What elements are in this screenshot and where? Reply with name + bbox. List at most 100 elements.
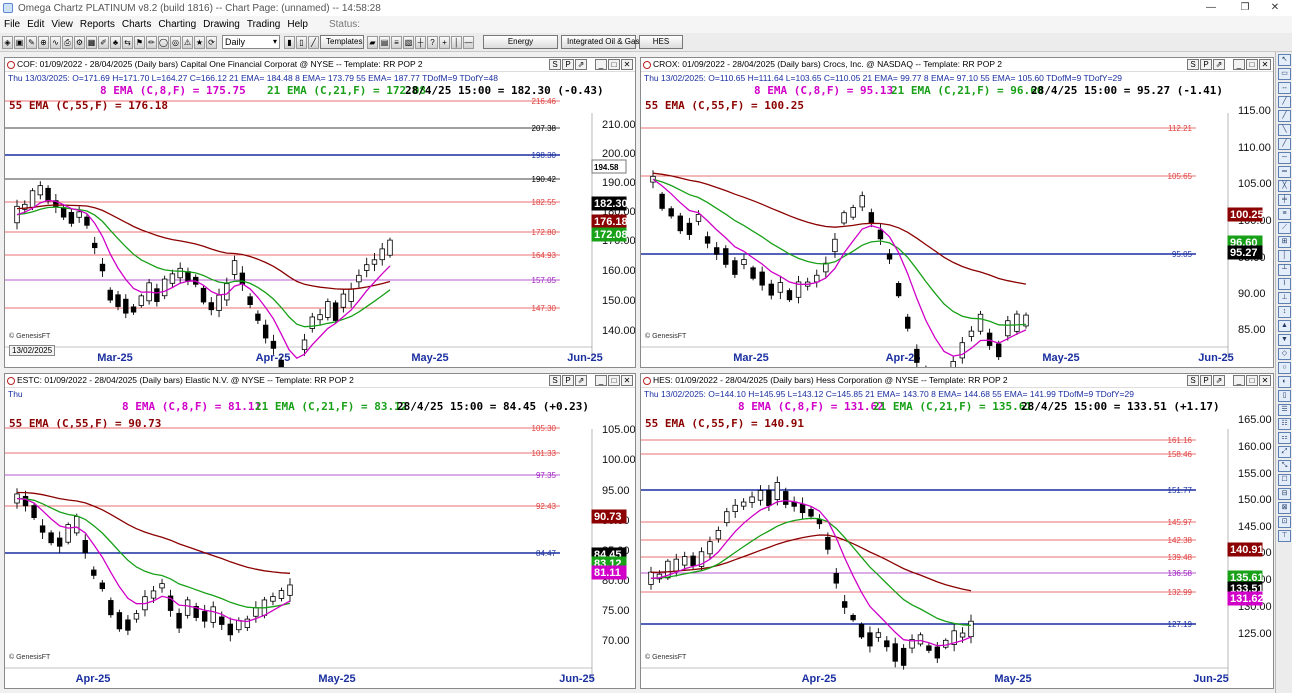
candle-body — [968, 330, 975, 337]
x-tool-icon[interactable]: ⊠ — [1278, 502, 1291, 514]
maximize-button[interactable]: ❐ — [1228, 0, 1262, 16]
candle-body — [1005, 320, 1011, 337]
hline-tool-icon[interactable]: ↔ — [1278, 82, 1291, 94]
fan-tool-icon[interactable]: ⟋ — [1278, 222, 1291, 234]
period-select[interactable]: Daily — [222, 35, 280, 49]
vline-tool-icon[interactable]: │ — [1278, 250, 1291, 262]
perp-tool-icon[interactable]: ⊥ — [1278, 292, 1291, 304]
expand-tool-icon[interactable]: ⤢ — [1278, 446, 1291, 458]
chart-canvas[interactable]: 105.30 101.33 97.35 92.43 84.47 105.00 100.00 9… — [5, 374, 636, 689]
candle-body — [757, 490, 764, 501]
halfcircle-tool-icon[interactable]: ◐ — [1278, 376, 1291, 388]
candle-body — [253, 607, 259, 617]
menu-trading[interactable]: Trading — [247, 19, 281, 30]
dot-tool-icon[interactable]: ⊡ — [1278, 516, 1291, 528]
chart-panel-crox[interactable]: CROX: 01/09/2022 - 28/04/2025 (Daily bar… — [640, 57, 1274, 368]
chart-panel-estc[interactable]: ESTC: 01/09/2022 - 28/04/2025 (Daily bar… — [4, 373, 636, 689]
chart-canvas[interactable]: 161.16 158.46 151.77 145.97 142.38 139.48 136.… — [641, 374, 1274, 689]
channel-tool-icon[interactable]: ═ — [1278, 166, 1291, 178]
cross-tool-icon[interactable]: ╳ — [1278, 180, 1291, 192]
red-icon[interactable]: ▰ — [367, 35, 378, 49]
refresh-icon[interactable]: ⟳ — [206, 35, 217, 49]
flag-icon[interactable]: ⚑ — [134, 35, 145, 49]
box-tool-icon[interactable]: ⊞ — [1278, 236, 1291, 248]
minimize-button[interactable]: — — [1194, 0, 1228, 16]
star-icon[interactable]: ★ — [194, 35, 205, 49]
menu-charting[interactable]: Charting — [158, 19, 196, 30]
dash-icon[interactable]: — — [463, 35, 474, 49]
templates-button[interactable]: Templates — [320, 35, 364, 49]
chart-icon[interactable]: ✎ — [26, 35, 37, 49]
hline2-tool-icon[interactable]: ─ — [1278, 152, 1291, 164]
base-tool-icon[interactable]: ┴ — [1278, 264, 1291, 276]
help-icon[interactable]: ? — [427, 35, 438, 49]
shrink-tool-icon[interactable]: ⤡ — [1278, 460, 1291, 472]
bar-tool-icon[interactable]: ▯ — [1278, 390, 1291, 402]
target-icon[interactable]: ◎ — [170, 35, 181, 49]
grid-icon[interactable]: ▦ — [86, 35, 97, 49]
alert-icon[interactable]: ⚠ — [182, 35, 193, 49]
zoom-icon[interactable]: ⊕ — [38, 35, 49, 49]
line-icon[interactable]: ╱ — [308, 35, 319, 49]
list-icon[interactable]: ≡ — [391, 35, 402, 49]
chart-canvas[interactable]: 112.21105.6595.05115.00110.00105.00100.0… — [641, 58, 1274, 368]
rect-tool-icon[interactable]: ▭ — [1278, 68, 1291, 80]
ema21-line — [652, 178, 1027, 326]
menu-file[interactable]: File — [4, 19, 20, 30]
wave-tool-icon[interactable]: ⌇ — [1278, 278, 1291, 290]
lines-tool-icon[interactable]: ≡ — [1278, 208, 1291, 220]
table-icon[interactable]: ▤ — [379, 35, 390, 49]
pitch-tool-icon[interactable]: ⚏ — [1278, 432, 1291, 444]
hline-label: 105.30 — [532, 424, 557, 433]
close-button[interactable]: ✕ — [1258, 0, 1292, 16]
menu-drawing[interactable]: Drawing — [203, 19, 240, 30]
menu-view[interactable]: View — [51, 19, 73, 30]
scan-icon[interactable]: ∿ — [50, 35, 61, 49]
save-icon[interactable]: ▣ — [14, 35, 25, 49]
value-tag: 172.08 — [594, 229, 628, 241]
plus-icon[interactable]: + — [439, 35, 450, 49]
chart-panel-hes[interactable]: HES: 01/09/2022 - 28/04/2025 (Daily bars… — [640, 373, 1274, 689]
vline-icon[interactable]: │ — [451, 35, 462, 49]
candle-body — [60, 207, 67, 218]
up-arrow-tool-icon[interactable]: ▲ — [1278, 320, 1291, 332]
menu-help[interactable]: Help — [287, 19, 308, 30]
candle-icon[interactable]: ▯ — [296, 35, 307, 49]
diamond-tool-icon[interactable]: ◇ — [1278, 348, 1291, 360]
trend3-tool-icon[interactable]: ╲ — [1278, 124, 1291, 136]
menu-reports[interactable]: Reports — [80, 19, 115, 30]
trend2-tool-icon[interactable]: ╱ — [1278, 110, 1291, 122]
top-tool-icon[interactable]: ⊤ — [1278, 530, 1291, 542]
grid-tool-icon[interactable]: ╪ — [1278, 194, 1291, 206]
pencil-icon[interactable]: ✏ — [146, 35, 157, 49]
minus-tool-icon[interactable]: ⊟ — [1278, 488, 1291, 500]
select-tool-icon[interactable]: ↖ — [1278, 54, 1291, 66]
box2-tool-icon[interactable]: ☐ — [1278, 474, 1291, 486]
trend4-tool-icon[interactable]: ╱ — [1278, 138, 1291, 150]
energy-button[interactable]: Energy — [483, 35, 558, 49]
integrated-oil-gas-button[interactable]: Integrated Oil & Gas — [561, 35, 639, 49]
chart-canvas[interactable]: 216.46 207.38 198.30 190.42 182.55 172.80 164.… — [5, 58, 636, 368]
pattern-icon[interactable]: ▧ — [403, 35, 414, 49]
candle-body — [227, 623, 233, 636]
gann-tool-icon[interactable]: ☷ — [1278, 418, 1291, 430]
down-arrow-tool-icon[interactable]: ▼ — [1278, 334, 1291, 346]
brush-icon[interactable]: ♣ — [110, 35, 121, 49]
circle-tool-icon[interactable]: ○ — [1278, 362, 1291, 374]
chart-panel-cof[interactable]: COF: 01/09/2022 - 28/04/2025 (Daily bars… — [4, 57, 636, 368]
bar-chart-icon[interactable]: ▮ — [284, 35, 295, 49]
print-icon[interactable]: ⎙ — [62, 35, 73, 49]
open-icon[interactable]: ◈ — [2, 35, 13, 49]
arrow-icon[interactable]: ⇆ — [122, 35, 133, 49]
x-tick-label: Mar-25 — [733, 352, 768, 364]
pen-icon[interactable]: ✐ — [98, 35, 109, 49]
hes-button[interactable]: HES — [639, 35, 683, 49]
cross-icon[interactable]: ┼ — [415, 35, 426, 49]
trend-tool-icon[interactable]: ╱ — [1278, 96, 1291, 108]
gear-icon[interactable]: ⚙ — [74, 35, 85, 49]
fib-tool-icon[interactable]: ☰ — [1278, 404, 1291, 416]
circle-icon[interactable]: ◯ — [158, 35, 169, 49]
updown-tool-icon[interactable]: ↕ — [1278, 306, 1291, 318]
menu-charts[interactable]: Charts — [122, 19, 151, 30]
menu-edit[interactable]: Edit — [27, 19, 44, 30]
